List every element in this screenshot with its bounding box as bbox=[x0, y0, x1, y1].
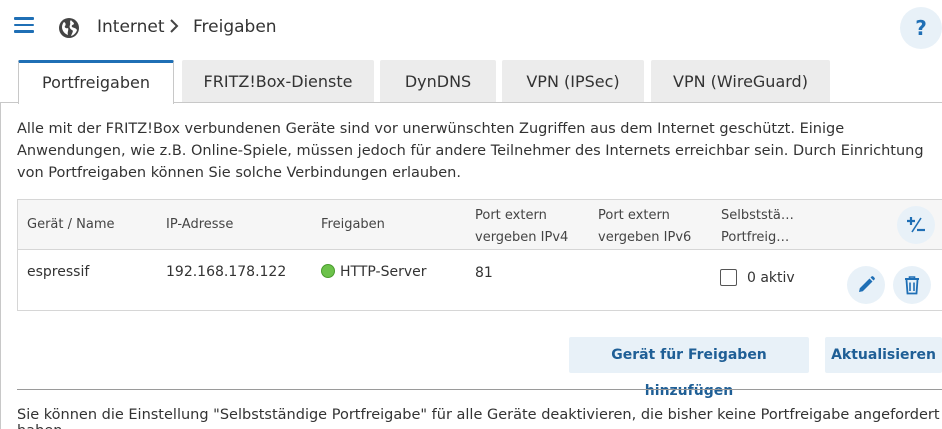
tab-vpn-ipsec[interactable]: VPN (IPSec) bbox=[502, 60, 644, 102]
chevron-right-icon bbox=[170, 19, 179, 33]
pencil-icon bbox=[859, 276, 875, 292]
add-device-button[interactable]: Gerät für Freigaben hinzufügen bbox=[569, 337, 809, 399]
column-header-freigaben: Freigaben bbox=[321, 217, 385, 232]
column-header-port-ipv4: Port extern vergeben IPv4 bbox=[475, 205, 568, 249]
breadcrumb-internet[interactable]: Internet bbox=[97, 17, 165, 37]
column-header-selbststaendig: Selbststä… Portfreig… bbox=[721, 205, 794, 249]
tab-vpn-wireguard[interactable]: VPN (WireGuard) bbox=[651, 60, 830, 102]
column-header-port-ipv6-line1: Port extern bbox=[598, 208, 670, 223]
column-header-selbst-line2: Portfreig… bbox=[721, 230, 790, 245]
tab-dyndns[interactable]: DynDNS bbox=[380, 60, 496, 102]
status-ok-icon bbox=[321, 264, 335, 278]
refresh-button[interactable]: Aktualisieren bbox=[825, 337, 942, 373]
content-border bbox=[0, 103, 1, 429]
top-bar: Internet Freigaben ? bbox=[0, 0, 942, 56]
selbststaendig-checkbox[interactable] bbox=[720, 269, 737, 286]
plus-minus-icon bbox=[907, 217, 925, 233]
column-header-port-ipv4-line1: Port extern bbox=[475, 208, 547, 223]
globe-icon bbox=[59, 18, 79, 38]
row-device-name: espressif bbox=[27, 264, 90, 280]
menu-icon[interactable] bbox=[14, 17, 34, 33]
column-header-port-ipv6: Port extern vergeben IPv6 bbox=[598, 205, 691, 249]
row-freigabe: HTTP-Server bbox=[321, 264, 426, 280]
row-port-ipv4: 81 bbox=[475, 265, 493, 281]
selbststaendig-label: 0 aktiv bbox=[747, 270, 795, 286]
footer-text: Sie können die Einstellung "Selbstständi… bbox=[17, 407, 940, 429]
edit-button[interactable] bbox=[847, 266, 885, 304]
intro-text: Alle mit der FRITZ!Box verbundenen Gerät… bbox=[17, 121, 924, 181]
column-header-device: Gerät / Name bbox=[27, 217, 115, 232]
column-header-port-ipv4-line2: vergeben IPv4 bbox=[475, 230, 569, 245]
column-header-selbst-line1: Selbststä… bbox=[721, 208, 794, 223]
column-header-port-ipv6-line2: vergeben IPv6 bbox=[598, 230, 692, 245]
tab-bar: Portfreigaben FRITZ!Box-Dienste DynDNS V… bbox=[0, 60, 942, 104]
tab-portfreigaben[interactable]: Portfreigaben bbox=[18, 60, 174, 104]
row-ip-address: 192.168.178.122 bbox=[166, 264, 287, 280]
section-divider bbox=[17, 389, 942, 390]
trash-icon bbox=[905, 276, 919, 295]
help-button[interactable]: ? bbox=[900, 7, 942, 49]
table-header: Gerät / Name IP-Adresse Freigaben Port e… bbox=[18, 200, 942, 250]
row-freigabe-label: HTTP-Server bbox=[340, 264, 427, 280]
tab-fritzbox-dienste[interactable]: FRITZ!Box-Dienste bbox=[182, 60, 374, 102]
column-header-ip: IP-Adresse bbox=[166, 217, 234, 232]
column-toggle-button[interactable] bbox=[897, 206, 935, 244]
port-forwarding-table: Gerät / Name IP-Adresse Freigaben Port e… bbox=[17, 199, 942, 311]
delete-button[interactable] bbox=[893, 266, 931, 304]
breadcrumb-freigaben: Freigaben bbox=[193, 17, 277, 37]
